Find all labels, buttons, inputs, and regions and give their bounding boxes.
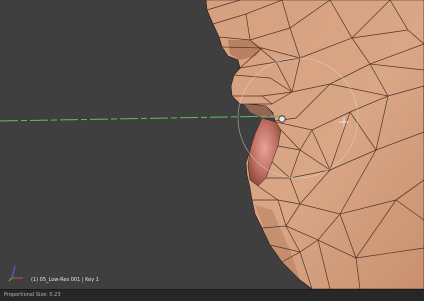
status-bar: Proportional Size: 0.23 [0, 289, 424, 301]
mesh-scene[interactable] [0, 0, 424, 289]
object-info-label: (1) 05_Low-Res 001 | Key 1 [31, 277, 99, 283]
status-text: Proportional Size: 0.23 [4, 292, 61, 298]
axis-gizmo-icon [8, 265, 23, 282]
3d-viewport[interactable]: (1) 05_Low-Res 001 | Key 1 [0, 0, 424, 289]
selected-vertex[interactable] [278, 115, 286, 123]
guide-line [0, 115, 283, 122]
